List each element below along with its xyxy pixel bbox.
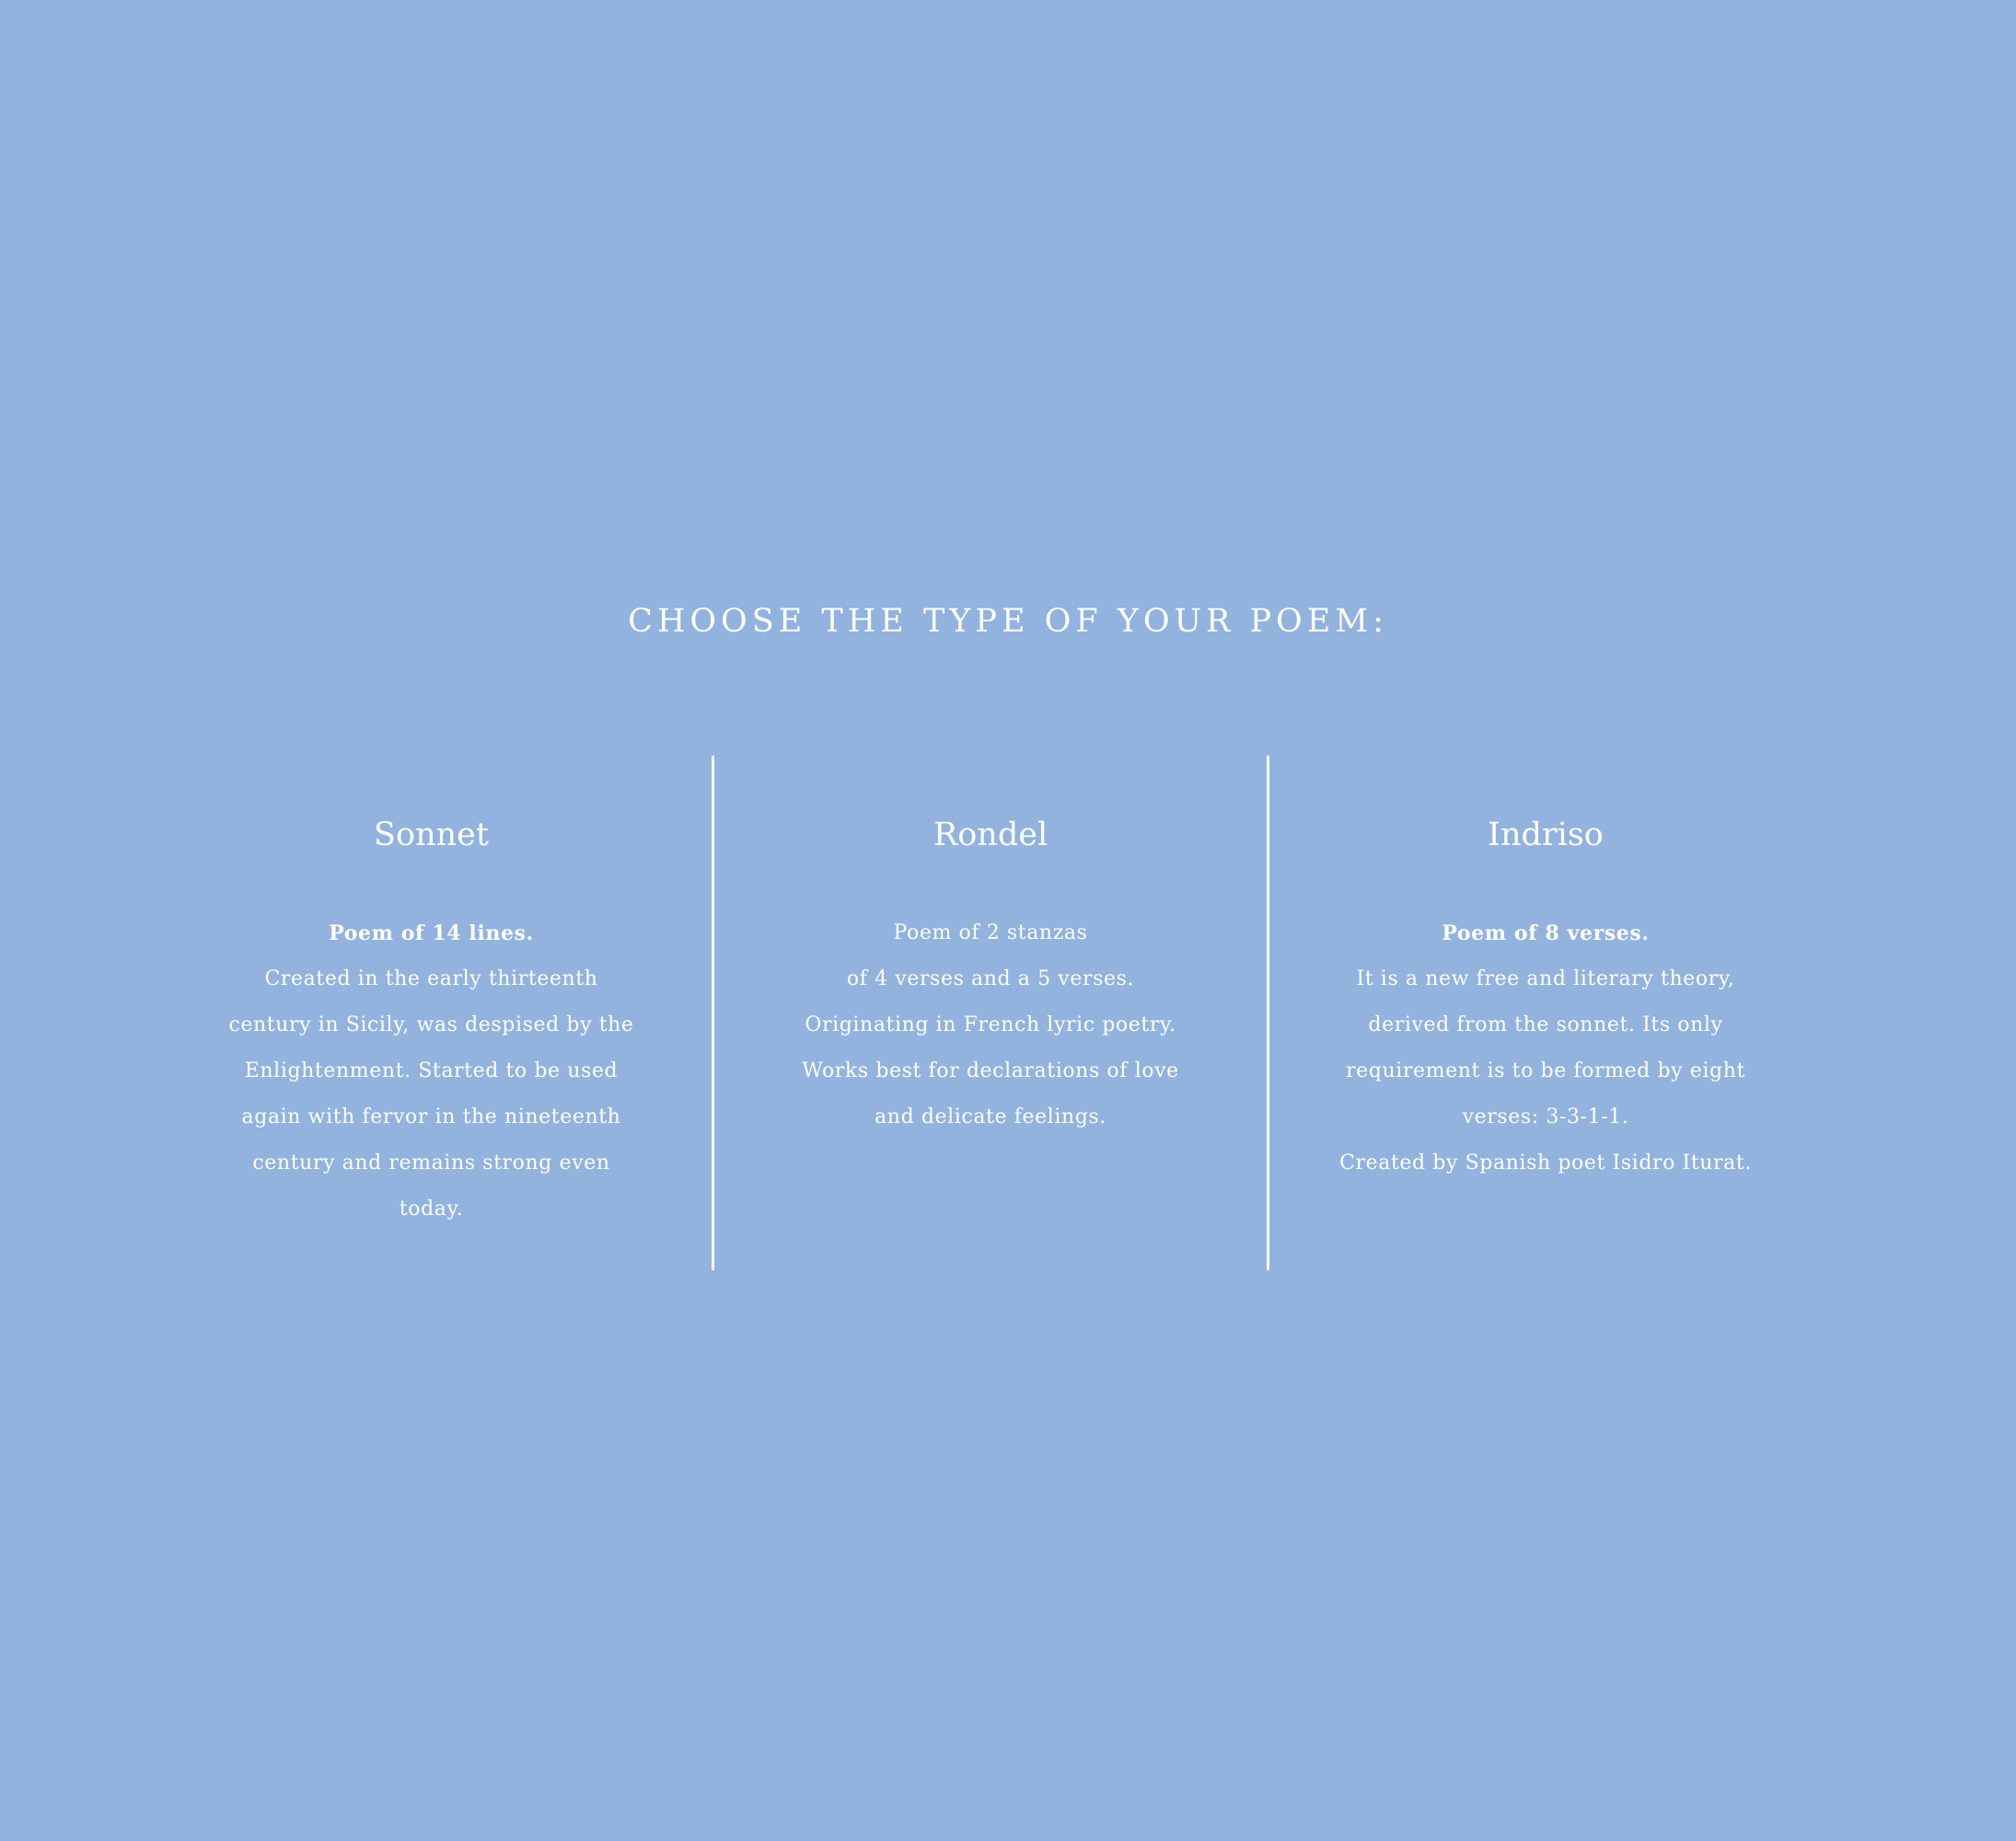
description-line: century in Sicily, was despised by the — [228, 1013, 634, 1036]
description-line: Created by Spanish poet Isidro Iturat. — [1339, 1152, 1752, 1175]
description-line: century and remains strong even — [252, 1152, 610, 1175]
page-title: CHOOSE THE TYPE OF YOUR POEM: — [628, 603, 1388, 641]
description-line: today. — [399, 1198, 464, 1221]
option-title: Rondel — [933, 816, 1049, 853]
description-line: Poem of 2 stanzas — [893, 921, 1088, 944]
option-description: Poem of 2 stanzas of 4 verses and a 5 ve… — [714, 910, 1267, 1140]
description-line: Enlightenment. Started to be used — [244, 1059, 619, 1083]
description-line: It is a new free and literary theory, — [1356, 967, 1735, 990]
description-line: derived from the sonnet. Its only — [1368, 1013, 1723, 1036]
description-line: Originating in French lyric poetry. — [805, 1013, 1176, 1036]
poem-option-indriso[interactable]: Indriso Poem of 8 verses. It is a new fr… — [1267, 756, 1822, 1270]
description-line: requirement is to be formed by eight — [1346, 1059, 1745, 1083]
option-title: Indriso — [1488, 816, 1604, 853]
option-lead: Poem of 14 lines. — [329, 921, 534, 945]
option-lead: Poem of 8 verses. — [1442, 921, 1650, 945]
description-line: Created in the early thirteenth — [264, 967, 598, 990]
description-line: of 4 verses and a 5 verses. — [846, 967, 1135, 990]
option-description: Poem of 8 verses. It is a new free and l… — [1269, 910, 1822, 1187]
option-description: Poem of 14 lines. Created in the early t… — [154, 910, 709, 1233]
poem-option-sonnet[interactable]: Sonnet Poem of 14 lines. Created in the … — [154, 756, 709, 1270]
description-line: Works best for declarations of love — [802, 1059, 1179, 1083]
description-line: and delicate feelings. — [875, 1106, 1106, 1129]
option-title: Sonnet — [374, 816, 489, 853]
description-line: again with fervor in the nineteenth — [241, 1106, 621, 1129]
poem-option-rondel[interactable]: Rondel Poem of 2 stanzas of 4 verses and… — [712, 756, 1267, 1270]
description-line: verses: 3-3-1-1. — [1462, 1106, 1629, 1129]
